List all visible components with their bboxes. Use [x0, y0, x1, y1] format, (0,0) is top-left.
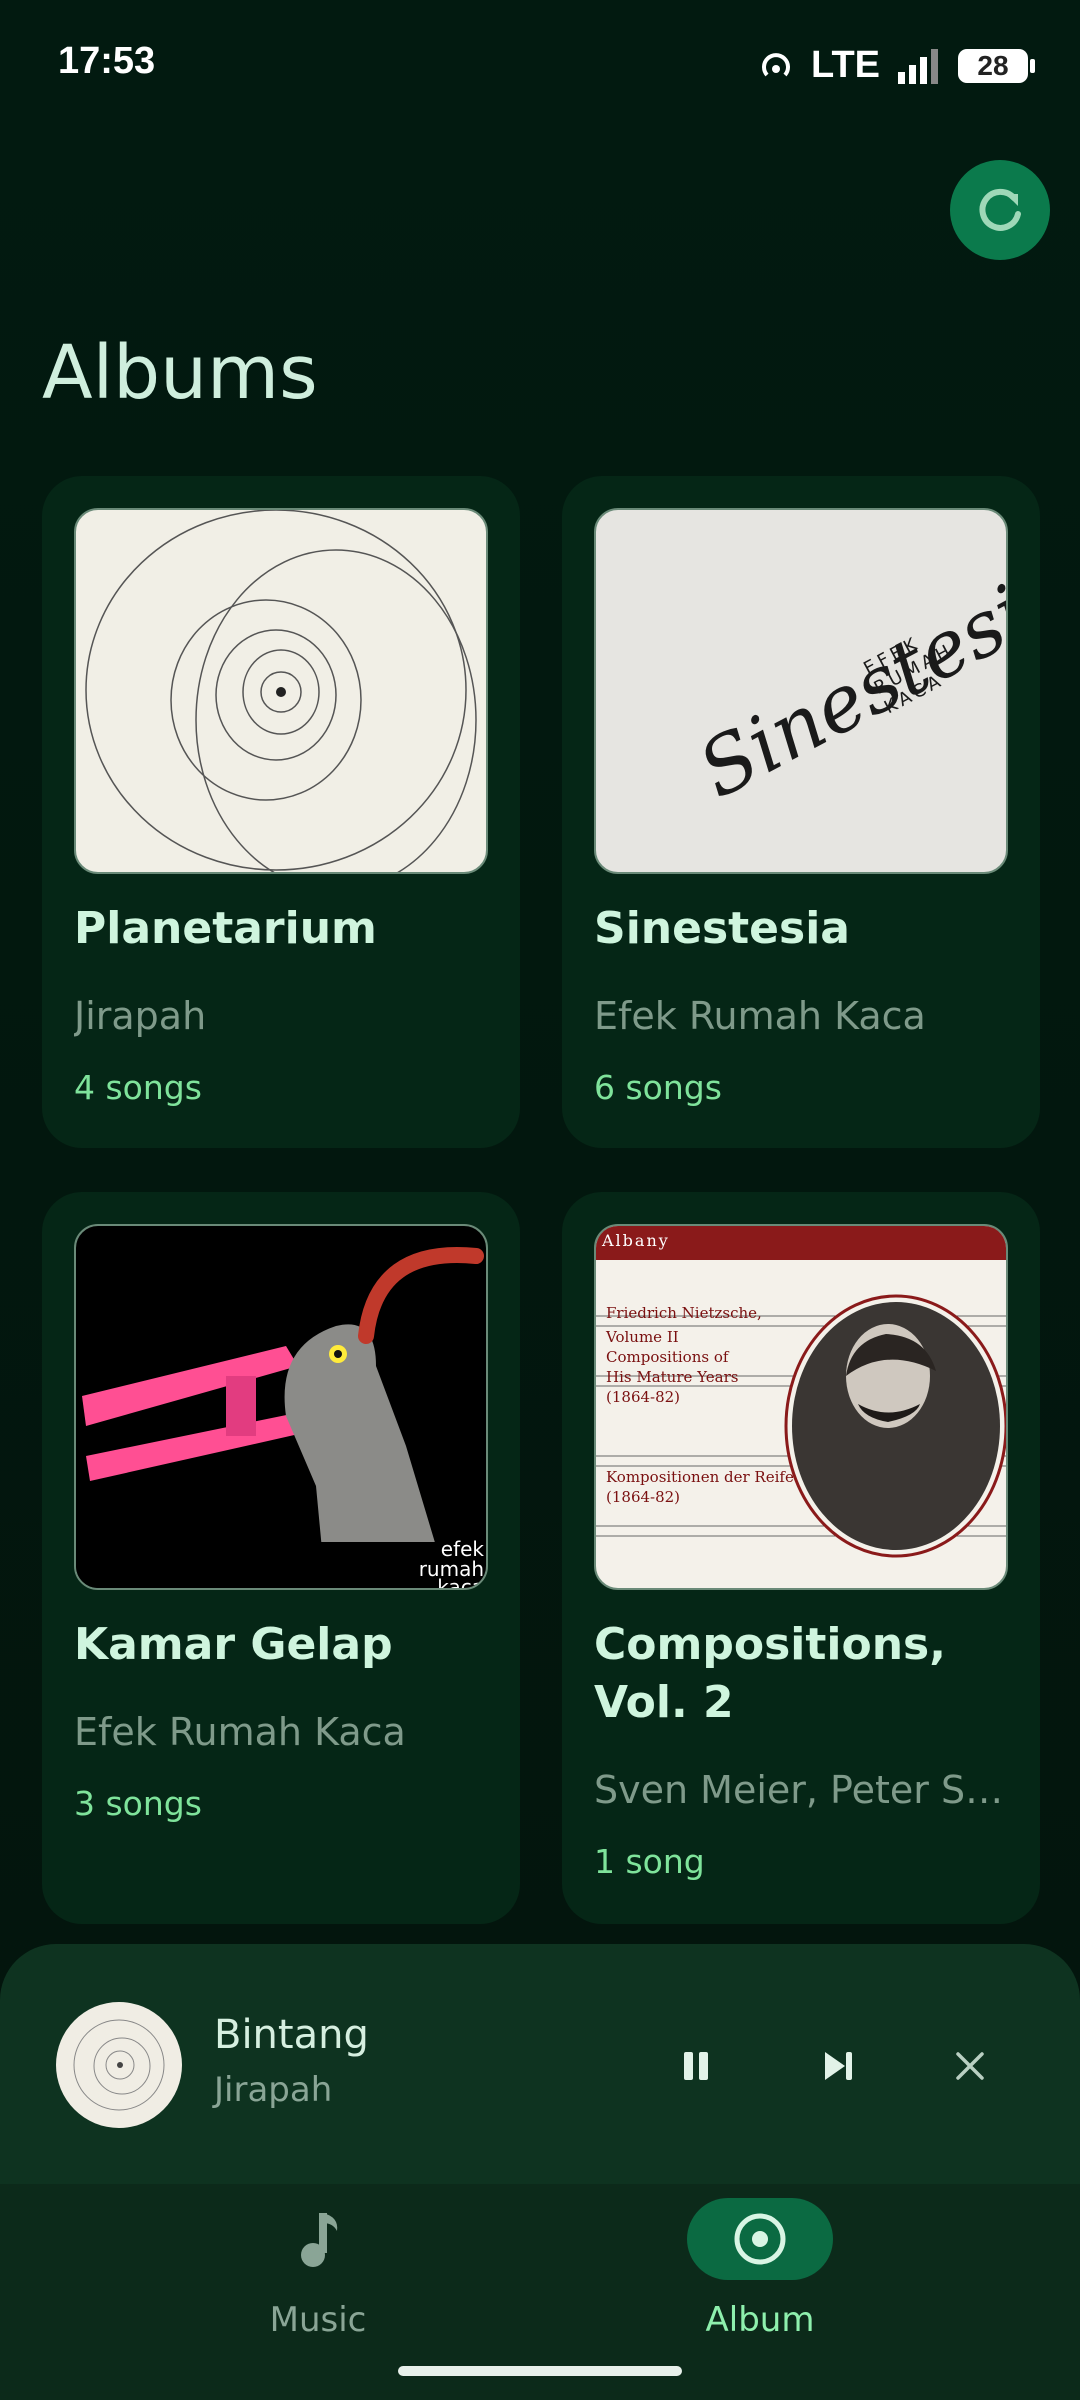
art-line-2: Volume II: [605, 1328, 679, 1346]
signal-icon: [898, 48, 938, 84]
now-playing-title: Bintang: [214, 2012, 369, 2058]
now-playing-art: [56, 2002, 182, 2128]
album-artist: Efek Rumah Kaca: [594, 994, 926, 1038]
art-line-4: His Mature Years: [606, 1368, 738, 1386]
nav-pill-music: [245, 2198, 391, 2280]
page-title: Albums: [42, 330, 318, 416]
album-title: Kamar Gelap: [74, 1619, 393, 1670]
art-line-5: (1864-82): [606, 1388, 680, 1406]
status-bar: 17:53 LTE 28: [0, 0, 1080, 130]
pause-button[interactable]: [666, 2036, 726, 2096]
album-card-planetarium[interactable]: Planetarium Jirapah 4 songs: [42, 476, 520, 1148]
pause-icon: [684, 2052, 708, 2080]
now-playing-artist: Jirapah: [214, 2070, 333, 2110]
art-line-6: Kompositionen der Reife: [606, 1468, 794, 1486]
album-card-sinestesia[interactable]: Sinestesia EFEK RUMAH KACA Sinestesia Ef…: [562, 476, 1040, 1148]
album-art-planetarium: [74, 508, 488, 874]
art-text-3: kaca: [437, 1575, 484, 1590]
album-card-kamar-gelap[interactable]: efek rumah kaca Kamar Gelap Efek Rumah K…: [42, 1192, 520, 1924]
nav-label-music: Music: [269, 2300, 367, 2340]
screen: 17:53 LTE 28 Albums Planetarium Jirapah …: [0, 0, 1080, 2400]
album-art-compositions: Albany Friedrich Nietzsche, Volume II Co…: [594, 1224, 1008, 1590]
close-player-button[interactable]: [940, 2036, 1000, 2096]
nav-item-album[interactable]: Album: [660, 2198, 860, 2368]
hotspot-icon: [762, 52, 791, 76]
nav-item-music[interactable]: Music: [218, 2198, 418, 2368]
art-line-1: Friedrich Nietzsche,: [606, 1304, 762, 1322]
album-artist: Sven Meier, Peter Sc...: [594, 1768, 1014, 1812]
status-icons: LTE 28: [757, 44, 1035, 87]
album-title: Sinestesia: [594, 903, 850, 954]
album-artist: Efek Rumah Kaca: [74, 1710, 406, 1754]
nav-label-album: Album: [705, 2300, 815, 2340]
album-title: Planetarium: [74, 903, 377, 954]
album-song-count: 3 songs: [74, 1784, 202, 1823]
status-time: 17:53: [58, 40, 156, 82]
network-type: LTE: [811, 44, 880, 86]
skip-next-icon: [825, 2052, 852, 2080]
battery-level: 28: [977, 49, 1009, 81]
album-title: Compositions, Vol. 2: [594, 1619, 946, 1728]
art-line-3: Compositions of: [606, 1348, 730, 1366]
album-artist: Jirapah: [74, 994, 207, 1038]
skip-next-button[interactable]: [808, 2036, 868, 2096]
album-disc-icon: [734, 2213, 786, 2265]
album-song-count: 4 songs: [74, 1068, 202, 1107]
album-song-count: 1 song: [594, 1842, 705, 1881]
album-art-sinestesia: Sinestesia EFEK RUMAH KACA: [594, 508, 1008, 874]
album-card-compositions[interactable]: Albany Friedrich Nietzsche, Volume II Co…: [562, 1192, 1040, 1924]
refresh-button[interactable]: [950, 160, 1050, 260]
album-art-kamar-gelap: efek rumah kaca: [74, 1224, 488, 1590]
refresh-icon: [979, 188, 1021, 231]
album-song-count: 6 songs: [594, 1068, 722, 1107]
close-icon: [956, 2052, 984, 2080]
nav-pill-album-active: [687, 2198, 833, 2280]
mini-player[interactable]: Bintang Jirapah: [0, 1944, 1080, 2184]
home-indicator[interactable]: [398, 2366, 682, 2376]
sinestesia-art-text: Sinestesia: [685, 547, 1008, 816]
art-banner: Albany: [601, 1231, 670, 1250]
battery-icon: 28: [958, 48, 1035, 83]
art-line-7: (1864-82): [606, 1488, 680, 1506]
music-note-icon: [301, 2213, 338, 2267]
